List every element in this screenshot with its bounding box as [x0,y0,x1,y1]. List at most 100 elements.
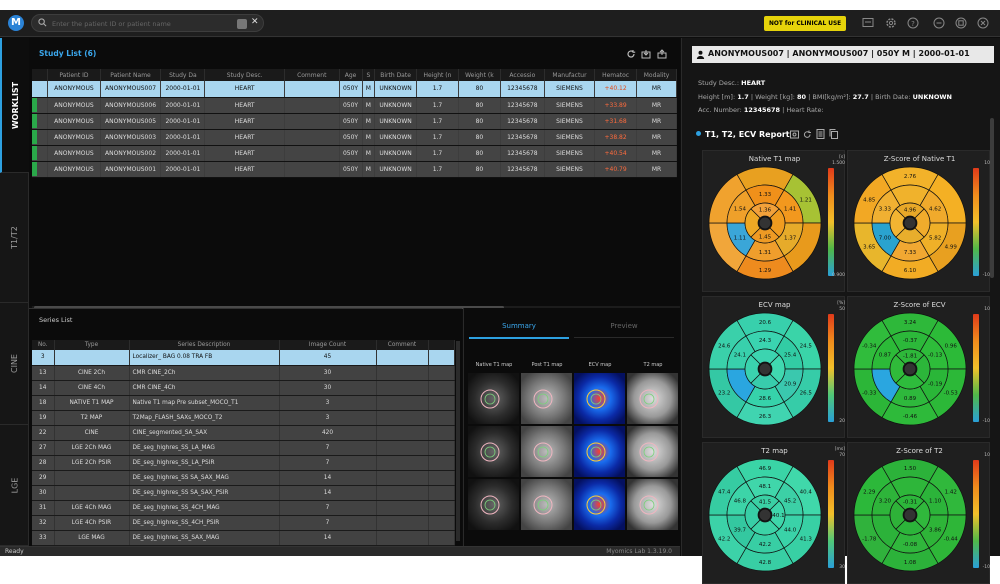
series-row[interactable]: 32 LGE 4Ch PSIR DE_seg_highres_SS_4CH_PSIR… [32,515,455,531]
study-row[interactable]: ANONYMOUS ANONYMOUS003 2000-01-01 HEART 050Y… [32,129,677,146]
study-row[interactable]: ANONYMOUS ANONYMOUS002 2000-01-01 HEART 050Y… [32,145,677,162]
bullseye-chart[interactable]: 20.6 24.5 26.5 26.3 23.2 24.6 24.3 25.4 20.9 28.6… [707,311,823,427]
refresh-icon[interactable] [626,49,636,59]
bullseye-chart[interactable]: 1.50 1.42 -0.44 1.08 -1.78 2.29 1.10 3.86 -0.08 3… [852,457,968,573]
paste-icon[interactable] [237,19,247,29]
report-scrollbar[interactable] [990,118,994,278]
tab-worklist[interactable]: WORKLIST [0,38,29,173]
tab-preview[interactable]: Preview [574,322,674,338]
series-cell: DE_seg_highres_SS_SAX_MAG [129,530,280,546]
segment-value: 42.2 [718,537,730,543]
native-t1-thumbnail[interactable] [468,479,519,530]
series-column-header[interactable]: Series Description [129,340,280,350]
bullseye-chart[interactable]: 3.24 0.96 -0.53 -0.46 -0.33 -0.34 -0.37 -0.13 -0… [852,311,968,427]
study-column-header[interactable]: Manufactur [544,69,596,81]
document-icon[interactable] [816,129,825,139]
series-row[interactable]: 27 LGE 2Ch MAG DE_seg_highres_SS_LA_MAG 7 [32,440,455,456]
ecv-thumbnail[interactable] [574,373,625,424]
segment-value: 4.96 [904,208,917,214]
save-report-icon[interactable] [790,129,799,139]
patient-search[interactable]: ✕ [31,14,264,32]
study-row[interactable]: ANONYMOUS ANONYMOUS007 2000-01-01 HEART 050Y… [32,81,677,98]
native-t1-thumbnail[interactable] [468,373,519,424]
segment-value: 3.65 [863,245,876,251]
t2-thumbnail[interactable] [627,373,678,424]
clear-search-icon[interactable]: ✕ [251,17,259,27]
tab-cine[interactable]: CINE [0,303,29,425]
study-column-header[interactable]: S [362,69,376,81]
study-column-header[interactable]: Study Desc. [204,69,286,81]
series-cell: 18 [32,395,55,411]
series-row[interactable]: 18 NATIVE T1 MAP Native T1 map Pre subset_… [32,395,455,411]
series-row[interactable]: 19 T2 MAP T2Map_FLASH_SAXs_MOCO_T2 3 [32,410,455,426]
segment-value: 3.20 [879,499,892,505]
series-column-header[interactable]: Type [54,340,130,350]
import-icon[interactable] [641,49,651,59]
close-icon[interactable] [977,17,989,29]
study-row[interactable]: ANONYMOUS ANONYMOUS001 2000-01-01 HEART 050Y… [32,161,677,178]
series-row[interactable]: 28 LGE 2Ch PSIR DE_seg_highres_SS_LA_PSIR 7 [32,455,455,471]
segment-value: 1.37 [784,236,797,242]
study-cell: 1.7 [416,113,459,130]
ecv-thumbnail[interactable] [574,426,625,477]
status-text: Ready [5,548,24,555]
series-column-header[interactable]: Image Count [279,340,377,350]
series-row[interactable]: 13 CINE 2Ch CMR CINE_2Ch 30 [32,365,455,381]
series-row[interactable]: 29 DE_seg_highres_SS SA_SAX_MAG 14 [32,470,455,486]
tab-t1t2[interactable]: T1/T2 [0,173,29,303]
series-row[interactable]: 3 Localizer_ BAG 0.08 TRA FB 45 [32,350,455,366]
bullseye-chart[interactable]: 46.9 40.4 41.3 42.8 42.2 47.4 48.1 45.2 44.0 42.2… [707,457,823,573]
colorbar-min: -10 [982,419,990,424]
post-t1-thumbnail[interactable] [521,479,572,530]
settings-gear-icon[interactable] [885,17,897,29]
export-icon[interactable] [657,49,667,59]
t2-thumbnail[interactable] [627,479,678,530]
study-column-header[interactable]: Accessio [500,69,545,81]
refresh-report-icon[interactable] [803,129,812,139]
study-column-header[interactable]: Patient Name [100,69,162,81]
tab-summary[interactable]: Summary [469,322,569,339]
study-column-header[interactable]: Weight (k [458,69,501,81]
series-column-header[interactable]: Comment [376,340,429,350]
screen-icon[interactable] [862,17,874,29]
series-row[interactable]: 33 LGE MAG DE_seg_highres_SS_SAX_MAG 14 [32,530,455,546]
tab-lge[interactable]: LGE [0,425,29,546]
side-tab-bar: WORKLIST T1/T2 CINE LGE [0,38,29,546]
study-cell: 050Y [339,97,363,114]
segment-value: -0.08 [903,542,918,548]
study-column-header[interactable]: Birth Date [374,69,418,81]
bullseye-chart[interactable]: 2.76 4.99 6.10 3.65 4.85 4.62 5.82 7.33 7.00 3.33… [852,165,968,281]
segment-value: 3.86 [929,528,942,534]
study-row[interactable]: ANONYMOUS ANONYMOUS006 2000-01-01 HEART 050Y… [32,97,677,114]
post-t1-thumbnail[interactable] [521,373,572,424]
help-icon[interactable]: ? [907,17,919,29]
maximize-icon[interactable] [955,17,967,29]
series-scrollbar[interactable] [456,341,460,541]
study-column-header[interactable]: Comment [284,69,340,81]
study-column-header[interactable]: Study Da [160,69,206,81]
weight-label: | Weight [kg]: [750,93,795,101]
study-column-header[interactable] [32,69,49,81]
minimize-icon[interactable] [933,17,945,29]
series-row[interactable]: 22 CINE CINE_segmented_SA_SAX 420 [32,425,455,441]
native-t1-thumbnail[interactable] [468,426,519,477]
bullseye-chart[interactable]: 1.21 1.29 1.33 1.41 1.37 1.31 1.11 1.54 1.36 1.45 [707,165,823,281]
colorbar-unit: [ms] [834,447,845,452]
ecv-thumbnail[interactable] [574,479,625,530]
study-column-header[interactable]: Modality [636,69,677,81]
study-column-header[interactable]: Hematoc [594,69,638,81]
study-row[interactable]: ANONYMOUS ANONYMOUS005 2000-01-01 HEART 050Y… [32,113,677,130]
copy-icon[interactable] [829,129,838,139]
study-column-header[interactable]: Patient ID [47,69,101,81]
study-column-header[interactable]: Age [339,69,363,81]
series-row[interactable]: 31 LGE 4Ch MAG DE_seg_highres_SS_4CH_MAG 7 [32,500,455,516]
series-row[interactable]: 30 DE_seg_highres_SS SA_SAX_PSIR 14 [32,485,455,501]
series-column-header[interactable]: No. [32,340,55,350]
t2-thumbnail[interactable] [627,426,678,477]
series-column-header[interactable] [428,340,455,350]
study-column-header[interactable]: Height (n [416,69,459,81]
post-t1-thumbnail[interactable] [521,426,572,477]
search-input[interactable] [52,17,237,30]
status-bar: Ready Myomics Lab 1.3.19.0 [0,546,680,556]
series-row[interactable]: 14 CINE 4Ch CMR CINE_4Ch 30 [32,380,455,396]
